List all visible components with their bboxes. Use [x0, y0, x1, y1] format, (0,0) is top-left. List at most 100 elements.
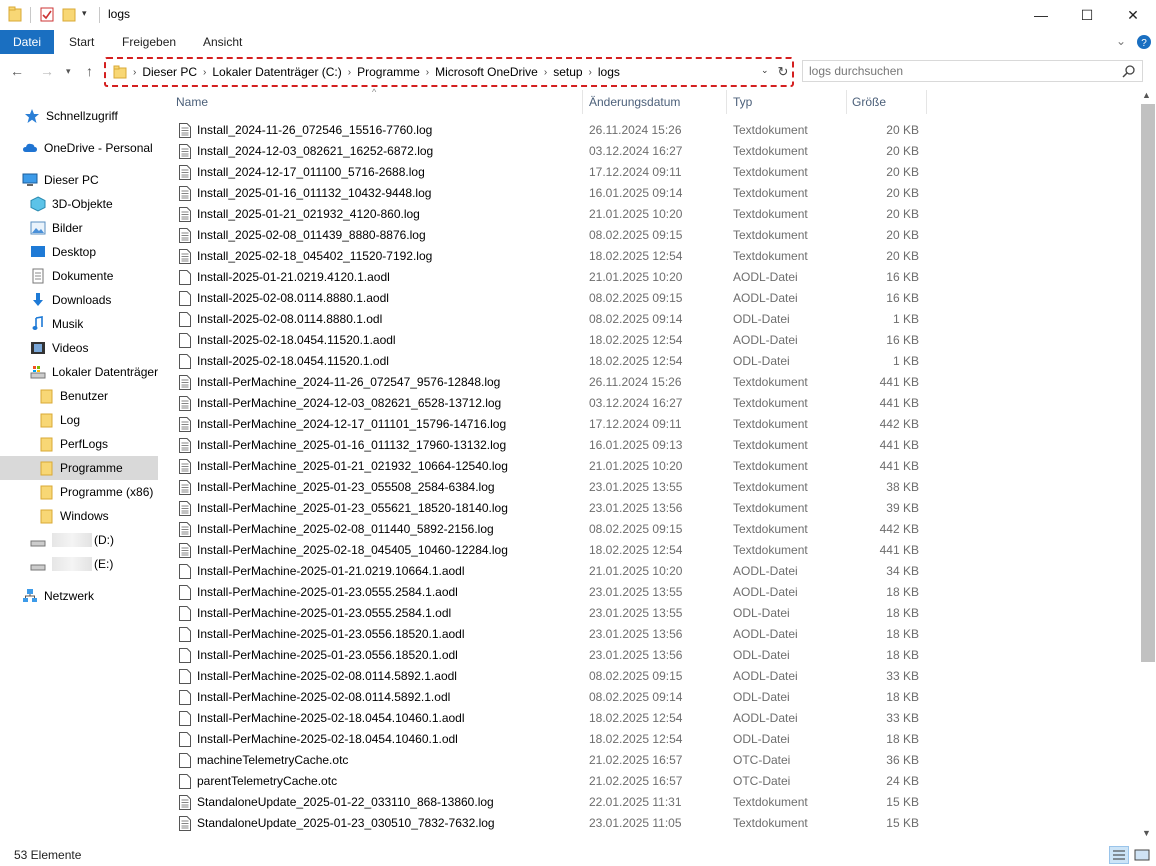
new-folder-icon[interactable]: [62, 6, 76, 22]
file-row[interactable]: Install-PerMachine_2025-01-21_021932_106…: [158, 456, 1140, 477]
sidebar-item-drive-d[interactable]: (D:): [0, 528, 158, 552]
refresh-icon[interactable]: ↻: [774, 62, 792, 82]
sidebar-item-quick-access[interactable]: Schnellzugriff: [0, 104, 158, 128]
file-row[interactable]: Install-PerMachine-2025-02-08.0114.5892.…: [158, 666, 1140, 687]
file-row[interactable]: Install-2025-01-21.0219.4120.1.aodl 21.01…: [158, 267, 1140, 288]
help-icon[interactable]: ?: [1136, 34, 1152, 50]
file-date: 22.01.2025 11:31: [589, 795, 682, 809]
sidebar-item-desktop[interactable]: Desktop: [0, 240, 158, 264]
file-row[interactable]: Install-PerMachine-2025-01-23.0555.2584.…: [158, 582, 1140, 603]
file-row[interactable]: Install-PerMachine_2024-12-03_082621_652…: [158, 393, 1140, 414]
file-row[interactable]: Install-PerMachine-2025-01-23.0556.18520…: [158, 645, 1140, 666]
forward-arrow-icon[interactable]: →: [40, 63, 54, 79]
address-bar[interactable]: › Dieser PC › Lokaler Datenträger (C:) ›…: [104, 57, 794, 87]
cloud-icon: [23, 143, 37, 152]
file-row[interactable]: Install-PerMachine_2025-01-16_011132_179…: [158, 435, 1140, 456]
large-icons-view-button[interactable]: [1132, 846, 1152, 864]
breadcrumb-dieser-pc[interactable]: Dieser PC: [136, 65, 203, 79]
column-divider[interactable]: [726, 90, 727, 114]
sidebar-item-music[interactable]: Musik: [0, 312, 158, 336]
scroll-down-icon[interactable]: ▼: [1142, 828, 1151, 838]
recent-locations-icon[interactable]: ▾: [66, 66, 71, 77]
column-divider[interactable]: [846, 90, 847, 114]
up-arrow-icon[interactable]: ↑: [86, 63, 93, 79]
tab-file[interactable]: Datei: [0, 30, 54, 54]
file-name: Install-PerMachine_2025-02-18_045405_104…: [197, 543, 508, 557]
file-row[interactable]: StandaloneUpdate_2025-01-22_033110_868-1…: [158, 792, 1140, 813]
sidebar-item-programme-x86[interactable]: Programme (x86): [0, 480, 158, 504]
sidebar-item-local-drive[interactable]: Lokaler Datenträger: [0, 360, 158, 384]
file-row[interactable]: Install-PerMachine-2025-01-21.0219.10664…: [158, 561, 1140, 582]
file-row[interactable]: Install-2025-02-18.0454.11520.1.odl 18.02…: [158, 351, 1140, 372]
sidebar-item-network[interactable]: Netzwerk: [0, 584, 158, 608]
sidebar-item-log[interactable]: Log: [0, 408, 158, 432]
file-row[interactable]: Install-2025-02-08.0114.8880.1.odl 08.02.…: [158, 309, 1140, 330]
tab-start[interactable]: Start: [69, 35, 94, 49]
file-row[interactable]: Install-2025-02-08.0114.8880.1.aodl 08.02…: [158, 288, 1140, 309]
file-row[interactable]: Install-PerMachine-2025-02-18.0454.10460…: [158, 729, 1140, 750]
file-row[interactable]: StandaloneUpdate_2025-01-23_030510_7832-…: [158, 813, 1140, 834]
scrollbar-thumb[interactable]: [1141, 104, 1155, 662]
breadcrumb-logs[interactable]: logs: [592, 65, 626, 79]
folder-icon[interactable]: [8, 6, 22, 22]
sidebar-item-downloads[interactable]: Downloads: [0, 288, 158, 312]
tab-view[interactable]: Ansicht: [203, 35, 242, 49]
svg-text:?: ?: [1141, 38, 1147, 49]
file-row[interactable]: Install-PerMachine_2024-11-26_072547_957…: [158, 372, 1140, 393]
search-input[interactable]: logs durchsuchen: [802, 60, 1143, 82]
sidebar-item-documents[interactable]: Dokumente: [0, 264, 158, 288]
maximize-button[interactable]: ☐: [1064, 0, 1110, 30]
sidebar-item-pictures[interactable]: Bilder: [0, 216, 158, 240]
close-button[interactable]: ✕: [1110, 0, 1156, 30]
file-row[interactable]: Install-PerMachine-2025-02-18.0454.10460…: [158, 708, 1140, 729]
file-row[interactable]: Install_2025-02-18_045402_11520-7192.log…: [158, 246, 1140, 267]
file-row[interactable]: Install-PerMachine_2024-12-17_011101_157…: [158, 414, 1140, 435]
vertical-scrollbar[interactable]: ▲ ▼: [1140, 90, 1156, 844]
file-row[interactable]: Install_2025-01-21_021932_4120-860.log 21…: [158, 204, 1140, 225]
sidebar-item-videos[interactable]: Videos: [0, 336, 158, 360]
sidebar-item-programme[interactable]: Programme: [0, 456, 158, 480]
quick-access-dropdown-icon[interactable]: ▾: [82, 8, 87, 26]
column-divider[interactable]: [926, 90, 927, 114]
file-row[interactable]: Install-PerMachine-2025-01-23.0555.2584.…: [158, 603, 1140, 624]
sidebar-item-this-pc[interactable]: Dieser PC: [0, 168, 158, 192]
file-row[interactable]: Install_2024-11-26_072546_15516-7760.log…: [158, 120, 1140, 141]
sidebar-item-onedrive[interactable]: OneDrive - Personal: [0, 136, 158, 160]
file-row[interactable]: Install_2025-01-16_011132_10432-9448.log…: [158, 183, 1140, 204]
breadcrumb-drive-c[interactable]: Lokaler Datenträger (C:): [206, 65, 347, 79]
tab-share[interactable]: Freigeben: [122, 35, 176, 49]
chevron-down-icon[interactable]: ⌄: [1116, 34, 1126, 48]
breadcrumb-programme[interactable]: Programme: [351, 65, 426, 79]
file-row[interactable]: parentTelemetryCache.otc 21.02.2025 16:57…: [158, 771, 1140, 792]
file-row[interactable]: Install_2024-12-17_011100_5716-2688.log 1…: [158, 162, 1140, 183]
search-icon[interactable]: [1122, 64, 1136, 78]
file-row[interactable]: Install-PerMachine_2025-02-08_011440_589…: [158, 519, 1140, 540]
sidebar-item-3d-objects[interactable]: 3D-Objekte: [0, 192, 158, 216]
file-row[interactable]: Install-PerMachine-2025-02-08.0114.5892.…: [158, 687, 1140, 708]
column-header-date[interactable]: Änderungsdatum: [589, 95, 680, 109]
file-row[interactable]: Install-PerMachine-2025-01-23.0556.18520…: [158, 624, 1140, 645]
details-view-button[interactable]: [1109, 846, 1129, 864]
file-row[interactable]: Install-PerMachine_2025-01-23_055508_258…: [158, 477, 1140, 498]
file-row[interactable]: Install-PerMachine_2025-02-18_045405_104…: [158, 540, 1140, 561]
breadcrumb-setup[interactable]: setup: [547, 65, 588, 79]
sidebar-item-windows[interactable]: Windows: [0, 504, 158, 528]
sidebar-item-benutzer[interactable]: Benutzer: [0, 384, 158, 408]
column-header-name[interactable]: Name: [176, 95, 208, 109]
address-dropdown-icon[interactable]: ⌄: [761, 65, 769, 76]
back-arrow-icon[interactable]: ←: [10, 63, 24, 79]
file-row[interactable]: Install-2025-02-18.0454.11520.1.aodl 18.0…: [158, 330, 1140, 351]
file-row[interactable]: Install_2024-12-03_082621_16252-6872.log…: [158, 141, 1140, 162]
file-row[interactable]: machineTelemetryCache.otc 21.02.2025 16:5…: [158, 750, 1140, 771]
file-row[interactable]: Install-PerMachine_2025-01-23_055621_185…: [158, 498, 1140, 519]
column-divider[interactable]: [582, 90, 583, 114]
sidebar-item-drive-e[interactable]: (E:): [0, 552, 158, 576]
minimize-button[interactable]: —: [1018, 0, 1064, 30]
scroll-up-icon[interactable]: ▲: [1142, 90, 1151, 100]
breadcrumb-microsoft-onedrive[interactable]: Microsoft OneDrive: [429, 65, 544, 79]
column-header-type[interactable]: Typ: [733, 95, 752, 109]
file-row[interactable]: Install_2025-02-08_011439_8880-8876.log 0…: [158, 225, 1140, 246]
sidebar-item-perflogs[interactable]: PerfLogs: [0, 432, 158, 456]
properties-icon[interactable]: [40, 6, 54, 22]
column-header-size[interactable]: Größe: [852, 95, 886, 109]
